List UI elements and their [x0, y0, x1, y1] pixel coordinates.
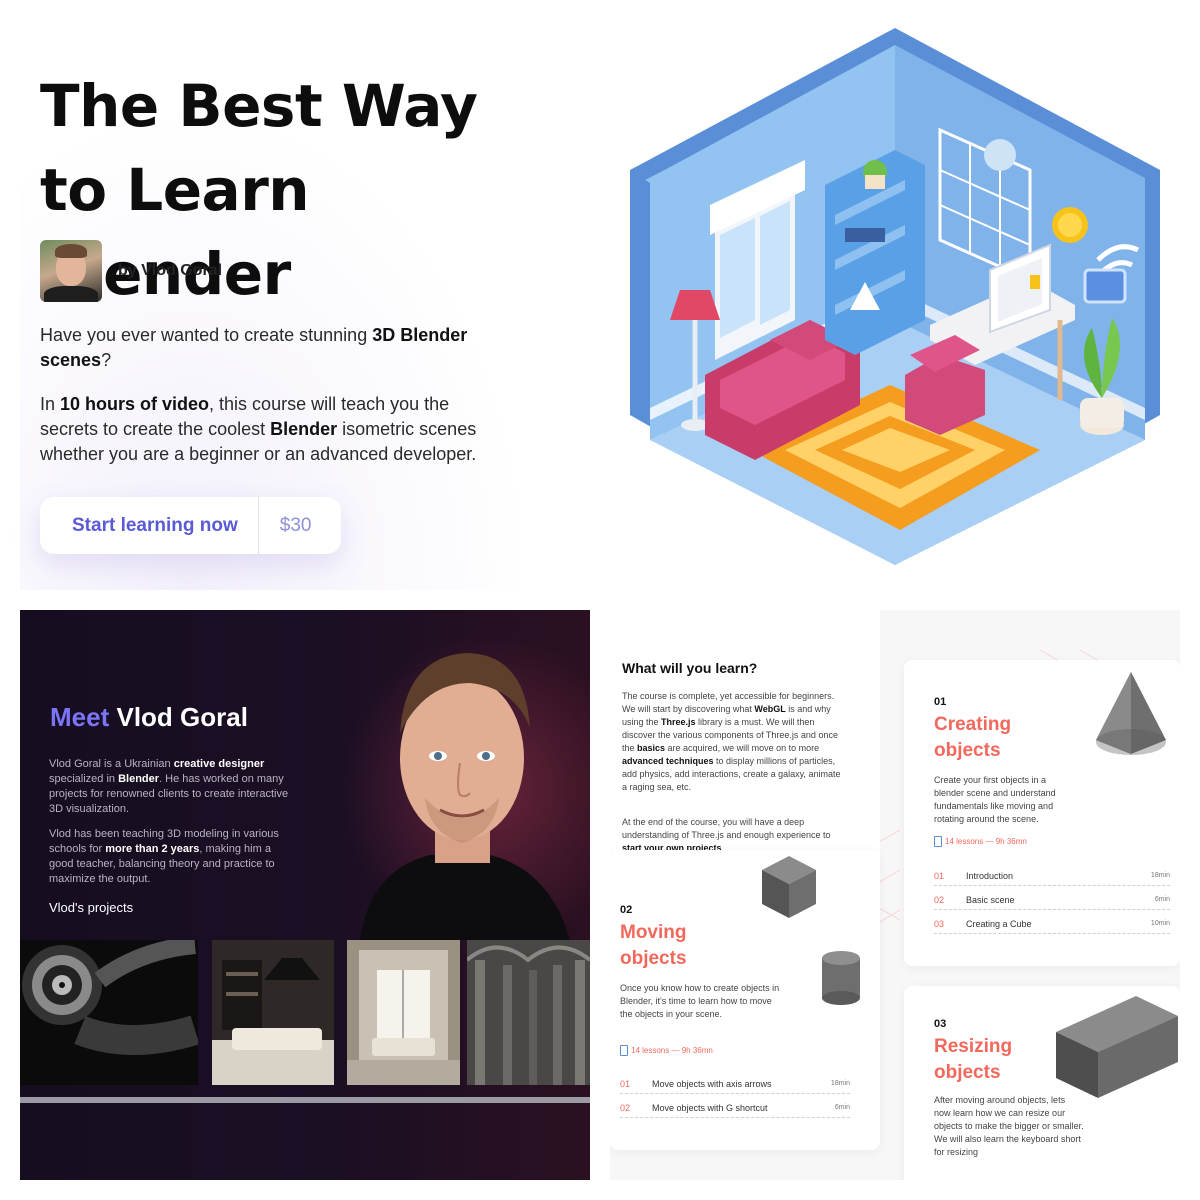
- lesson-row[interactable]: 02 Move objects with G shortcut 6min: [620, 1098, 850, 1118]
- chapter-number: 03: [934, 1018, 947, 1030]
- hero-description: In 10 hours of video, this course will t…: [40, 394, 477, 464]
- hero-intro-text: Have you ever wanted to create stunning …: [40, 325, 468, 370]
- meet-title: Meet Vlod Goral: [50, 702, 248, 732]
- curriculum-section: What will you learn? The course is compl…: [610, 610, 1180, 1180]
- meet-instructor-section: Meet Vlod Goral Vlod Goral is a Ukrainia…: [20, 610, 590, 1180]
- chapter-card-resizing-objects[interactable]: 03 Resizing objects After moving around …: [904, 986, 1180, 1180]
- chapter-meta: 14 lessons — 9h 36mn: [934, 836, 1027, 847]
- instructor-bio: Vlod Goral is a Ukrainian creative desig…: [49, 758, 289, 815]
- chapter-title: Creating objects: [934, 714, 1012, 761]
- chapter-description: After moving around objects, lets now le…: [934, 1095, 1084, 1157]
- chapter-meta: 14 lessons — 9h 36mn: [620, 1045, 713, 1056]
- project-thumbnail-staircase[interactable]: [20, 940, 198, 1085]
- hero-section: The Best Way to Learn Blender by Vlod Go…: [20, 20, 590, 590]
- lesson-row[interactable]: 02 Basic scene 6min: [934, 890, 1170, 910]
- curriculum-intro-text: The course is complete, yet accessible f…: [622, 691, 841, 792]
- chapter-number: 02: [620, 904, 633, 916]
- author-row: by Vlod Goral: [40, 240, 222, 302]
- author-name: by Vlod Goral: [118, 262, 223, 279]
- project-thumbnail-bright-room[interactable]: [347, 940, 460, 1085]
- lesson-row[interactable]: 03 Creating a Cube 10min: [934, 914, 1170, 934]
- projects-label: Vlod's projects: [49, 900, 134, 915]
- author-avatar: [40, 240, 102, 302]
- chapter-title: Moving objects: [620, 922, 687, 969]
- chapter-description: Once you know how to create objects in B…: [620, 983, 780, 1019]
- project-thumbnail-columns-hall[interactable]: [467, 940, 590, 1085]
- start-learning-button[interactable]: Start learning now $30: [40, 497, 342, 554]
- chapter-description: Create your first objects in a blender s…: [934, 775, 1056, 824]
- isometric-room-illustration: [610, 20, 1180, 590]
- chapter-card-creating-objects[interactable]: 01 Creating objects Create your first ob…: [904, 660, 1180, 966]
- projects-scrollbar[interactable]: [20, 1097, 590, 1103]
- chapter-title: Resizing objects: [934, 1036, 1013, 1083]
- instructor-portrait: [340, 638, 590, 940]
- lesson-row[interactable]: 01 Introduction 18min: [934, 866, 1170, 886]
- instructor-teaching: Vlod has been teaching 3D modeling in va…: [49, 828, 279, 885]
- book-icon: [934, 836, 942, 847]
- chapter-number: 01: [934, 696, 947, 708]
- lesson-row[interactable]: 01 Move objects with axis arrows 18min: [620, 1074, 850, 1094]
- course-price: $30: [279, 514, 312, 536]
- cta-label[interactable]: Start learning now: [40, 497, 258, 554]
- curriculum-heading: What will you learn?: [622, 660, 758, 676]
- chapter-card-moving-objects[interactable]: 02 Moving objects Once you know how to c…: [610, 850, 880, 1150]
- book-icon: [620, 1045, 628, 1056]
- project-thumbnail-living-room[interactable]: [212, 940, 334, 1085]
- curriculum-intro-card: What will you learn? The course is compl…: [610, 610, 880, 882]
